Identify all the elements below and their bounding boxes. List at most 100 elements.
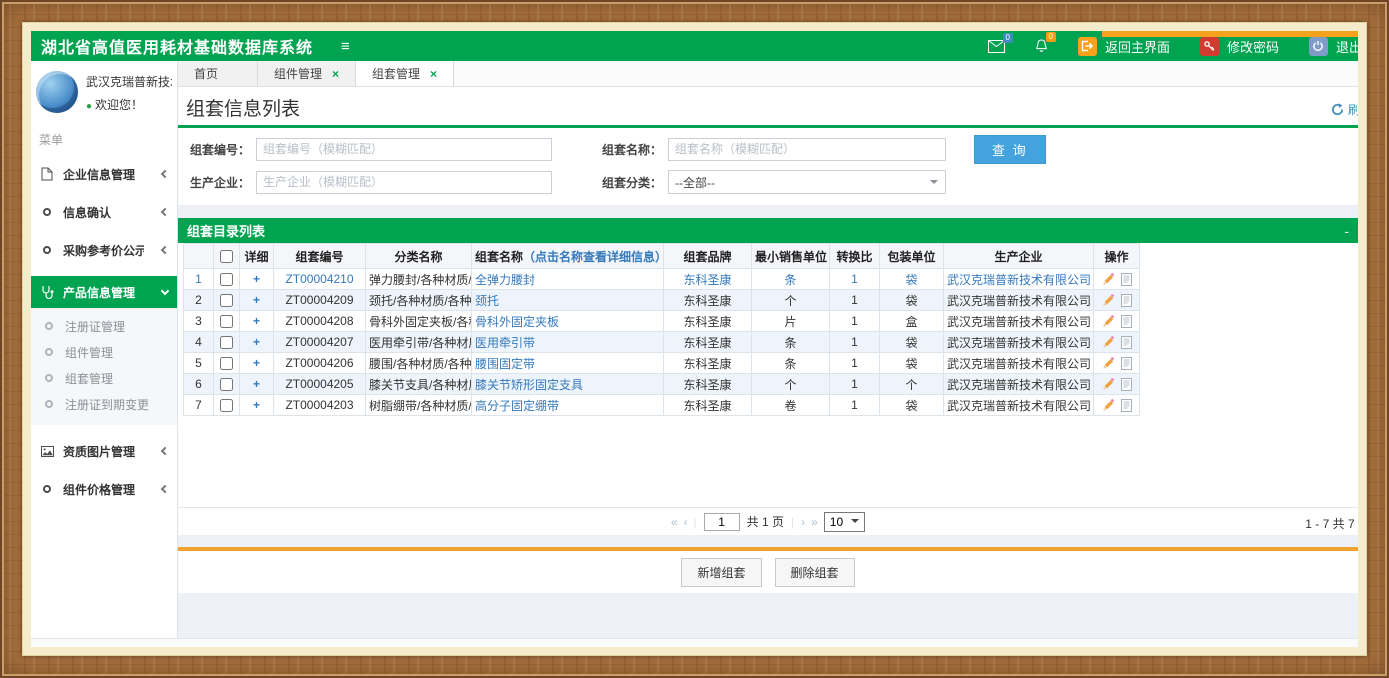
document-icon[interactable] — [1121, 315, 1132, 328]
expand-button[interactable]: + — [240, 353, 274, 374]
set-name-link[interactable]: 高分子固定绷带 — [475, 399, 559, 413]
pagination-bar: « ‹ | 共 1 页 | › » 10 1 - 7 共 7 条 — [178, 507, 1358, 535]
change-password-button[interactable]: 修改密码 — [1200, 37, 1279, 56]
sidebar-item-component-price[interactable]: 组件价格管理 — [31, 477, 177, 501]
select-all-checkbox[interactable] — [220, 250, 233, 263]
sidebar-item-enterprise-info[interactable]: 企业信息管理 — [31, 162, 177, 186]
document-icon[interactable] — [1121, 273, 1132, 286]
tab-component-mgmt[interactable]: 组件管理× — [258, 61, 356, 86]
product-info-submenu: 注册证管理 组件管理 组套管理 注册证到期变更 — [31, 308, 177, 425]
expand-button[interactable]: + — [240, 332, 274, 353]
pack-unit: 袋 — [880, 395, 944, 416]
prev-page-button[interactable]: ‹ — [684, 515, 687, 529]
row-index: 1 — [184, 269, 214, 290]
set-name-link[interactable]: 颈托 — [475, 294, 499, 308]
close-icon[interactable]: × — [332, 67, 339, 81]
set-code: ZT00004207 — [274, 332, 366, 353]
document-icon[interactable] — [1121, 399, 1132, 412]
sidebar-item-info-confirm[interactable]: 信息确认 — [31, 200, 177, 224]
table-row[interactable]: 4 + ZT00004207 医用牵引带/各种材质/各种规格 医用牵引带 东科圣… — [184, 332, 1140, 353]
avatar[interactable] — [36, 71, 78, 113]
sidebar-item-registration-cert[interactable]: 注册证管理 — [31, 313, 177, 339]
table-row[interactable]: 7 + ZT00004203 树脂绷带/各种材质/各种规格 高分子固定绷带 东科… — [184, 395, 1140, 416]
horizontal-scrollbar-track[interactable] — [31, 638, 1358, 647]
sidebar-item-reference-price[interactable]: 采购参考价公示 — [31, 238, 177, 262]
row-checkbox[interactable] — [220, 336, 233, 349]
return-main-button[interactable]: 返回主界面 — [1078, 37, 1170, 56]
set-name-link[interactable]: 腰围固定带 — [475, 357, 535, 371]
bell-icon[interactable]: 0 — [1035, 39, 1048, 53]
hamburger-icon[interactable]: ≡ — [341, 39, 350, 54]
row-checkbox[interactable] — [220, 273, 233, 286]
expand-button[interactable]: + — [240, 374, 274, 395]
row-checkbox[interactable] — [220, 294, 233, 307]
set-name-link[interactable]: 全弹力腰封 — [475, 273, 535, 287]
set-name-link[interactable]: 膝关节矫形固定支具 — [475, 378, 583, 392]
next-page-button[interactable]: › — [801, 515, 804, 529]
tab-set-mgmt[interactable]: 组套管理× — [356, 61, 454, 86]
manufacturer-header: 生产企业 — [944, 244, 1094, 269]
table-row[interactable]: 1 + ZT00004210 弹力腰封/各种材质/各种规格 全弹力腰封 东科圣康… — [184, 269, 1140, 290]
sidebar-item-cert-expiry[interactable]: 注册证到期变更 — [31, 391, 177, 417]
collapse-button[interactable]: - — [1344, 223, 1349, 239]
edit-icon[interactable] — [1102, 336, 1115, 349]
category-select[interactable]: --全部-- — [668, 170, 946, 194]
set-code-input[interactable] — [256, 138, 552, 161]
manufacturer-input[interactable] — [256, 171, 552, 194]
pack-unit: 袋 — [880, 332, 944, 353]
table-row[interactable]: 3 + ZT00004208 骨科外固定夹板/各种材质/各种规格 骨科外固定夹板… — [184, 311, 1140, 332]
row-checkbox[interactable] — [220, 399, 233, 412]
mail-icon[interactable]: 0 — [988, 40, 1005, 53]
row-checkbox[interactable] — [220, 378, 233, 391]
set-name-input[interactable] — [668, 138, 946, 161]
expand-button[interactable]: + — [240, 290, 274, 311]
last-page-button[interactable]: » — [811, 515, 817, 529]
add-set-button[interactable]: 新增组套 — [681, 558, 761, 587]
mail-badge: 0 — [1003, 33, 1013, 43]
row-checkbox[interactable] — [220, 357, 233, 370]
refresh-button[interactable]: 刷新 — [1331, 101, 1358, 118]
bell-badge: 0 — [1046, 32, 1056, 42]
table-row[interactable]: 5 + ZT00004206 腰围/各种材质/各种规格 腰围固定带 东科圣康 条… — [184, 353, 1140, 374]
expand-button[interactable]: + — [240, 395, 274, 416]
edit-icon[interactable] — [1102, 357, 1115, 370]
title-bar: 组套信息列表 刷新 — [178, 87, 1358, 128]
edit-icon[interactable] — [1102, 273, 1115, 286]
edit-icon[interactable] — [1102, 399, 1115, 412]
delete-set-button[interactable]: 删除组套 — [775, 558, 855, 587]
sidebar-item-component-mgmt[interactable]: 组件管理 — [31, 339, 177, 365]
document-icon[interactable] — [1121, 336, 1132, 349]
expand-button[interactable]: + — [240, 269, 274, 290]
page-number-input[interactable] — [704, 513, 740, 531]
table-row[interactable]: 6 + ZT00004205 膝关节支具/各种材质/各种规格 膝关节矫形固定支具… — [184, 374, 1140, 395]
conversion-ratio: 1 — [830, 332, 880, 353]
set-name-link[interactable]: 医用牵引带 — [475, 336, 535, 350]
close-icon[interactable]: × — [430, 67, 437, 81]
sidebar-item-set-mgmt[interactable]: 组套管理 — [31, 365, 177, 391]
set-code-label: 组套编号： — [178, 141, 250, 158]
sidebar-item-product-info[interactable]: 产品信息管理 — [31, 276, 177, 308]
tab-home[interactable]: 首页 — [178, 61, 258, 86]
expand-button[interactable]: + — [240, 311, 274, 332]
set-code: ZT00004206 — [274, 353, 366, 374]
sidebar-item-qualification-images[interactable]: 资质图片管理 — [31, 439, 177, 463]
edit-icon[interactable] — [1102, 378, 1115, 391]
document-icon[interactable] — [1121, 378, 1132, 391]
set-name-link[interactable]: 骨科外固定夹板 — [475, 315, 559, 329]
page-size-select[interactable]: 10 — [824, 512, 865, 532]
document-icon[interactable] — [1121, 357, 1132, 370]
circle-icon — [40, 208, 54, 216]
edit-icon[interactable] — [1102, 315, 1115, 328]
ratio-header: 转换比 — [830, 244, 880, 269]
set-brand: 东科圣康 — [664, 290, 752, 311]
document-icon[interactable] — [1121, 294, 1132, 307]
table-row[interactable]: 2 + ZT00004209 颈托/各种材质/各种规格 颈托 东科圣康 个 1 … — [184, 290, 1140, 311]
first-page-button[interactable]: « — [671, 515, 677, 529]
category-name: 骨科外固定夹板/各种材质/各种规格 — [366, 311, 472, 332]
row-checkbox-cell — [214, 332, 240, 353]
row-checkbox[interactable] — [220, 315, 233, 328]
edit-icon[interactable] — [1102, 294, 1115, 307]
min-sale-unit: 卷 — [752, 395, 830, 416]
logout-button[interactable]: 退出 — [1309, 37, 1358, 56]
query-button[interactable]: 查 询 — [974, 135, 1046, 164]
